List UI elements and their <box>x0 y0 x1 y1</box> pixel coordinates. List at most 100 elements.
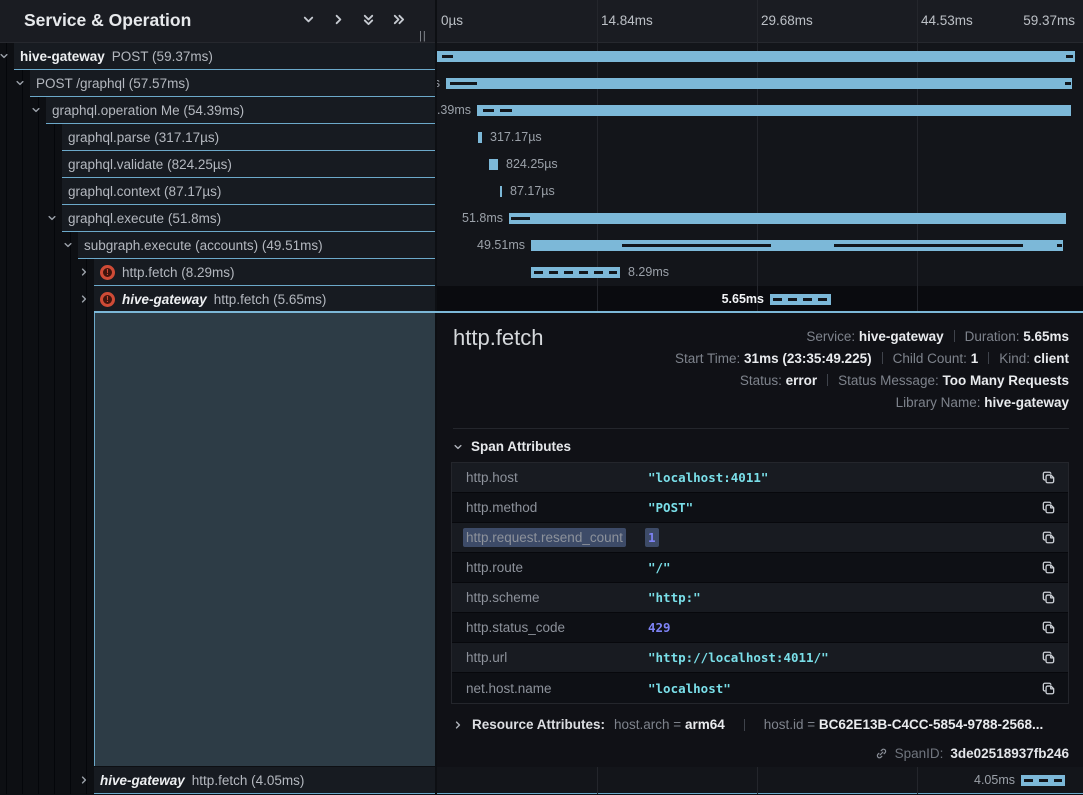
span-id-value: 3de02518937fb246 <box>950 746 1069 761</box>
tree-row[interactable]: POST /graphql (57.57ms) <box>30 70 435 97</box>
timeline-row[interactable] <box>437 43 1083 70</box>
copy-icon[interactable] <box>1041 620 1056 635</box>
span-bar[interactable] <box>531 267 620 278</box>
chevron-right-icon[interactable] <box>453 720 463 730</box>
span-bar[interactable] <box>500 186 502 197</box>
span-meta-line: Service: hive-gatewayDuration: 5.65ms <box>675 326 1069 348</box>
attribute-key: http.method <box>466 500 648 515</box>
attribute-row[interactable]: http.status_code429 <box>452 613 1068 643</box>
chevrons-down-icon[interactable] <box>362 13 375 26</box>
span-duration-label: 317.17µs <box>490 130 542 144</box>
attribute-row[interactable]: http.request.resend_count1 <box>452 523 1068 553</box>
copy-icon[interactable] <box>1041 530 1056 545</box>
chevron-down-icon[interactable] <box>302 13 315 26</box>
span-bar[interactable] <box>478 132 482 143</box>
meta-label: Kind: <box>999 351 1034 366</box>
span-bar[interactable] <box>509 213 1066 224</box>
tree-row[interactable]: !http.fetch (8.29ms) <box>94 259 435 286</box>
copy-icon[interactable] <box>1041 500 1056 515</box>
span-duration-label: 824.25µs <box>506 157 558 171</box>
span-meta-line: Library Name: hive-gateway <box>675 392 1069 414</box>
tree-row[interactable]: graphql.execute (51.8ms) <box>62 205 435 232</box>
span-bar[interactable] <box>437 51 1075 62</box>
timeline-row[interactable]: 87.17µs <box>437 178 1083 205</box>
chevron-right-icon[interactable] <box>79 267 89 277</box>
meta-label: Child Count: <box>893 351 971 366</box>
tree-row[interactable]: !hive-gatewayhttp.fetch (5.65ms) <box>94 286 435 313</box>
attribute-value: "/" <box>648 560 671 575</box>
trace-viewer: Service & Operation || 0µs14.84ms29.68ms… <box>0 0 1083 795</box>
timeline-row[interactable]: 51.8ms <box>437 205 1083 232</box>
span-bar[interactable] <box>531 240 1063 251</box>
span-attributes-header[interactable]: Span Attributes <box>453 439 571 454</box>
chevron-down-icon[interactable] <box>63 240 73 250</box>
meta-separator <box>827 374 828 386</box>
bar-dash-segment <box>622 244 771 247</box>
attribute-row[interactable]: http.route"/" <box>452 553 1068 583</box>
copy-icon[interactable] <box>1041 470 1056 485</box>
bar-dash-segment <box>834 244 1023 247</box>
tree-row[interactable]: subgraph.execute (accounts) (49.51ms) <box>78 232 435 259</box>
chevron-down-icon[interactable] <box>31 105 41 115</box>
span-duration-label: 54.39ms <box>437 103 471 117</box>
span-duration-label: 8.29ms <box>628 265 669 279</box>
span-operation-name: http.fetch (4.05ms) <box>192 773 305 788</box>
span-bar[interactable] <box>477 105 1071 116</box>
timeline-row[interactable]: 8.29ms <box>437 259 1083 286</box>
attribute-row[interactable]: http.url"http://localhost:4011/" <box>452 643 1068 673</box>
timeline-row[interactable]: 824.25µs <box>437 151 1083 178</box>
tree-row[interactable]: graphql.parse (317.17µs) <box>62 124 435 151</box>
tree-row[interactable]: graphql.operation Me (54.39ms) <box>46 97 435 124</box>
chevron-down-icon[interactable] <box>0 51 9 61</box>
meta-value: client <box>1034 351 1069 366</box>
tree-row[interactable]: graphql.validate (824.25µs) <box>62 151 435 178</box>
panel-resize-handle[interactable]: || <box>419 30 427 42</box>
copy-icon[interactable] <box>1041 590 1056 605</box>
link-icon[interactable] <box>875 747 888 760</box>
copy-icon[interactable] <box>1041 650 1056 665</box>
tree-row[interactable]: hive-gatewayPOST (59.37ms) <box>14 43 435 70</box>
span-bar[interactable] <box>446 78 1072 89</box>
meta-label: Status: <box>740 373 786 388</box>
copy-icon[interactable] <box>1041 681 1056 696</box>
attribute-row[interactable]: http.host"localhost:4011" <box>452 463 1068 493</box>
meta-separator <box>744 719 745 731</box>
span-operation-name: subgraph.execute (accounts) (49.51ms) <box>84 238 323 253</box>
chevron-right-icon[interactable] <box>332 13 345 26</box>
timeline-tick: 0µs <box>441 13 463 28</box>
indent-guide <box>22 43 23 794</box>
chevrons-right-icon[interactable] <box>392 13 405 26</box>
span-attributes-title: Span Attributes <box>471 439 571 454</box>
attribute-row[interactable]: http.scheme"http:" <box>452 583 1068 613</box>
span-duration-label: 5.65ms <box>722 292 764 306</box>
timeline-row[interactable]: 4.05ms <box>437 767 1083 794</box>
panel-title: Service & Operation <box>24 10 191 31</box>
timeline-row[interactable]: 317.17µs <box>437 124 1083 151</box>
span-meta-line: Start Time: 31ms (23:35:49.225)Child Cou… <box>675 348 1069 370</box>
timeline-row[interactable]: 49.51ms <box>437 232 1083 259</box>
tree-row[interactable]: graphql.context (87.17µs) <box>62 178 435 205</box>
chevron-right-icon[interactable] <box>79 294 89 304</box>
meta-separator <box>988 352 989 364</box>
attribute-value: 429 <box>648 620 671 635</box>
selected-span-accent-line <box>94 311 1083 313</box>
resource-attributes-title: Resource Attributes: <box>472 717 605 732</box>
span-bar[interactable] <box>489 159 498 170</box>
span-meta-line: Status: errorStatus Message: Too Many Re… <box>675 370 1069 392</box>
resource-attributes-row[interactable]: Resource Attributes:host.arch = arm64hos… <box>453 717 1043 732</box>
attribute-row[interactable]: net.host.name"localhost" <box>452 673 1068 703</box>
span-bar[interactable] <box>1021 775 1065 786</box>
chevron-down-icon[interactable] <box>47 213 57 223</box>
meta-value: 1 <box>971 351 979 366</box>
timeline-row[interactable]: 57.57ms <box>437 70 1083 97</box>
span-bar[interactable] <box>770 294 831 305</box>
span-operation-name: http.fetch (8.29ms) <box>122 265 235 280</box>
chevron-right-icon[interactable] <box>79 775 89 785</box>
timeline-row[interactable]: 54.39ms <box>437 97 1083 124</box>
attribute-row[interactable]: http.method"POST" <box>452 493 1068 523</box>
copy-icon[interactable] <box>1041 560 1056 575</box>
timeline-row[interactable]: 5.65ms <box>437 286 1083 313</box>
chevron-down-icon[interactable] <box>15 78 25 88</box>
span-operation-name: graphql.execute (51.8ms) <box>68 211 221 226</box>
tree-row[interactable]: hive-gatewayhttp.fetch (4.05ms) <box>94 767 435 794</box>
